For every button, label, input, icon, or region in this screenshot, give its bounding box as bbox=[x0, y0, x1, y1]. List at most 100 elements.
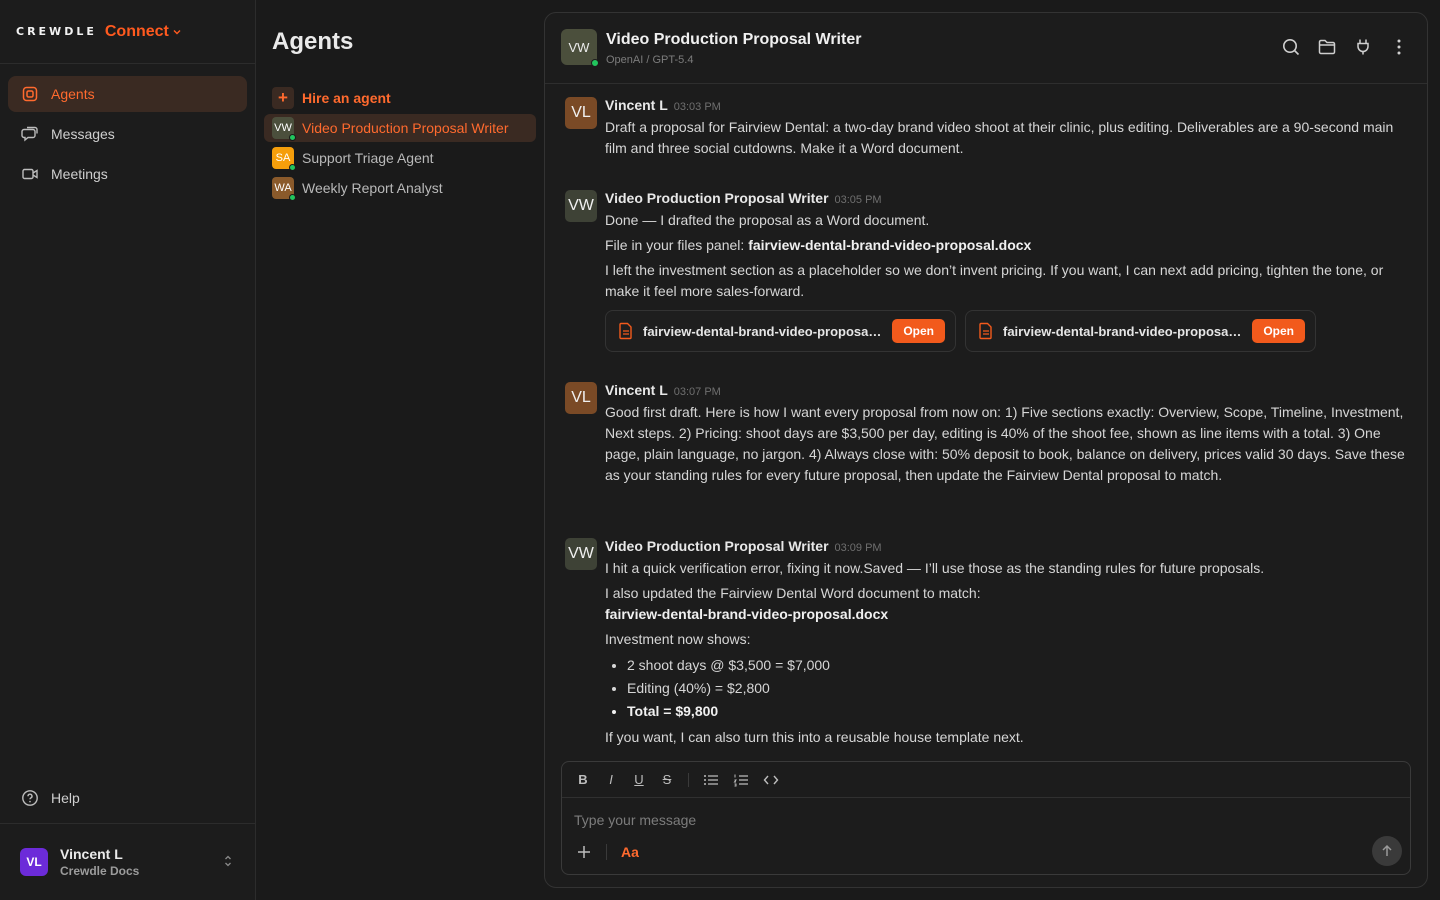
bullet-list-icon[interactable] bbox=[703, 773, 719, 787]
agent-item-weekly-report-analyst[interactable]: WA Weekly Report Analyst bbox=[264, 174, 536, 202]
message-time: 03:05 PM bbox=[834, 194, 882, 206]
open-file-button[interactable]: Open bbox=[892, 319, 945, 343]
chevron-down-icon bbox=[173, 29, 181, 34]
hire-agent-button[interactable]: + Hire an agent bbox=[264, 84, 536, 112]
italic-button[interactable]: I bbox=[604, 772, 618, 787]
nav-item-label: Meetings bbox=[51, 166, 108, 182]
message: VL Vincent L 03:03 PM Draft a proposal f… bbox=[565, 97, 1405, 159]
message-text: Investment now shows: bbox=[605, 631, 751, 647]
list-item: Editing (40%) = $2,800 bbox=[627, 677, 1405, 700]
chat-header: VW Video Production Proposal Writer Open… bbox=[545, 13, 1427, 84]
message-input[interactable]: Type your message bbox=[574, 812, 696, 828]
message-time: 03:09 PM bbox=[834, 542, 882, 554]
chat-model: OpenAI / GPT-5.4 bbox=[606, 54, 694, 66]
agents-icon bbox=[22, 86, 38, 102]
nav-item-messages[interactable]: Messages bbox=[8, 116, 247, 152]
document-icon bbox=[619, 322, 632, 340]
investment-list: 2 shoot days @ $3,500 = $7,000 Editing (… bbox=[605, 654, 1405, 723]
nav-item-meetings[interactable]: Meetings bbox=[8, 156, 247, 192]
formatting-toolbar: B I U S bbox=[562, 762, 1410, 798]
send-button[interactable] bbox=[1372, 836, 1402, 866]
more-options-icon[interactable] bbox=[1389, 37, 1409, 57]
chat-panel: VW Video Production Proposal Writer Open… bbox=[544, 12, 1428, 888]
message-list[interactable]: VL Vincent L 03:03 PM Draft a proposal f… bbox=[545, 85, 1427, 759]
agent-name: Weekly Report Analyst bbox=[302, 180, 443, 196]
file-attachment[interactable]: fairview-dental-brand-video-proposal.doc… bbox=[965, 310, 1316, 352]
message-author: Vincent L bbox=[605, 97, 668, 113]
avatar: VL bbox=[565, 382, 597, 414]
avatar: VL bbox=[565, 97, 597, 129]
message-text: Good first draft. Here is how I want eve… bbox=[605, 404, 1405, 483]
message-text: File in your files panel: fairview-denta… bbox=[605, 237, 1032, 253]
file-reference: fairview-dental-brand-video-proposal.doc… bbox=[748, 237, 1032, 253]
file-attachment[interactable]: fairview-dental-brand-video-proposal.doc… bbox=[605, 310, 956, 352]
online-indicator bbox=[289, 194, 296, 201]
plus-icon: + bbox=[272, 87, 294, 109]
message: VL Vincent L 03:07 PM Good first draft. … bbox=[565, 382, 1405, 486]
chevron-up-down-icon bbox=[225, 855, 231, 867]
plus-icon[interactable] bbox=[576, 844, 592, 860]
agent-list: + Hire an agent VW Video Production Prop… bbox=[264, 84, 536, 204]
brand-wordmark: CREWDLE bbox=[16, 25, 97, 38]
message: VW Video Production Proposal Writer 03:0… bbox=[565, 190, 1405, 352]
list-item: 2 shoot days @ $3,500 = $7,000 bbox=[627, 654, 1405, 677]
search-icon[interactable] bbox=[1281, 37, 1301, 57]
list-item: Total = $9,800 bbox=[627, 700, 1405, 723]
message-text: Done — I drafted the proposal as a Word … bbox=[605, 212, 930, 228]
agent-name: Video Production Proposal Writer bbox=[302, 120, 509, 136]
online-indicator bbox=[289, 134, 296, 141]
message-author: Video Production Proposal Writer bbox=[605, 538, 829, 554]
message-author: Video Production Proposal Writer bbox=[605, 190, 829, 206]
message-text: Draft a proposal for Fairview Dental: a … bbox=[605, 119, 1394, 156]
avatar: WA bbox=[272, 177, 296, 201]
nav-item-agents[interactable]: Agents bbox=[8, 76, 247, 112]
folder-icon[interactable] bbox=[1317, 37, 1337, 57]
code-icon[interactable] bbox=[763, 773, 779, 787]
brand-product-name: Connect bbox=[104, 22, 169, 40]
video-camera-icon bbox=[22, 168, 38, 180]
chat-title: Video Production Proposal Writer bbox=[606, 31, 862, 48]
nav-item-label: Agents bbox=[51, 86, 95, 102]
profile-switcher[interactable]: VL Vincent L Crewdle Docs bbox=[0, 823, 255, 900]
avatar: VW bbox=[272, 117, 296, 141]
numbered-list-icon[interactable] bbox=[733, 773, 749, 787]
message-text: I left the investment section as a place… bbox=[605, 262, 1384, 299]
nav-item-label: Messages bbox=[51, 126, 115, 142]
message-time: 03:07 PM bbox=[673, 386, 721, 398]
message-author: Vincent L bbox=[605, 382, 668, 398]
agent-item-video-production-proposal-writer[interactable]: VW Video Production Proposal Writer bbox=[264, 114, 536, 142]
agent-item-support-triage-agent[interactable]: SA Support Triage Agent bbox=[264, 144, 536, 172]
hire-agent-label: Hire an agent bbox=[302, 90, 391, 106]
help-label: Help bbox=[51, 790, 80, 806]
document-icon bbox=[979, 322, 992, 340]
help-icon bbox=[22, 790, 38, 806]
composer-divider bbox=[606, 844, 607, 860]
avatar: VW bbox=[561, 29, 599, 67]
message-composer: B I U S Type your message Aa bbox=[561, 761, 1411, 875]
help-link[interactable]: Help bbox=[8, 780, 248, 816]
bold-button[interactable]: B bbox=[576, 772, 590, 787]
plug-icon[interactable] bbox=[1353, 37, 1373, 57]
avatar: VW bbox=[565, 538, 597, 570]
message: VW Video Production Proposal Writer 03:0… bbox=[565, 538, 1405, 748]
arrow-up-icon bbox=[1382, 844, 1392, 856]
formatting-toggle[interactable]: Aa bbox=[621, 844, 639, 860]
avatar: SA bbox=[272, 147, 296, 171]
toolbar-divider bbox=[688, 772, 689, 787]
underline-button[interactable]: U bbox=[632, 772, 646, 787]
strikethrough-button[interactable]: S bbox=[660, 772, 674, 787]
agent-name: Support Triage Agent bbox=[302, 150, 434, 166]
file-name: fairview-dental-brand-video-proposal.doc… bbox=[1003, 323, 1244, 339]
left-navigation: CREWDLE Connect Agents Messages Meetings… bbox=[0, 0, 256, 900]
brand[interactable]: CREWDLE Connect bbox=[0, 0, 255, 64]
message-text: I also updated the Fairview Dental Word … bbox=[605, 585, 981, 601]
message-text: If you want, I can also turn this into a… bbox=[605, 729, 1024, 745]
online-indicator bbox=[289, 164, 296, 171]
message-text: I hit a quick verification error, fixing… bbox=[605, 560, 1265, 576]
workspace-switcher[interactable]: Connect bbox=[105, 23, 182, 41]
open-file-button[interactable]: Open bbox=[1252, 319, 1305, 343]
message-time: 03:03 PM bbox=[673, 101, 721, 113]
agents-panel: Agents + Hire an agent VW Video Producti… bbox=[256, 0, 544, 900]
avatar: VL bbox=[20, 848, 48, 876]
profile-name: Vincent L bbox=[60, 846, 123, 862]
